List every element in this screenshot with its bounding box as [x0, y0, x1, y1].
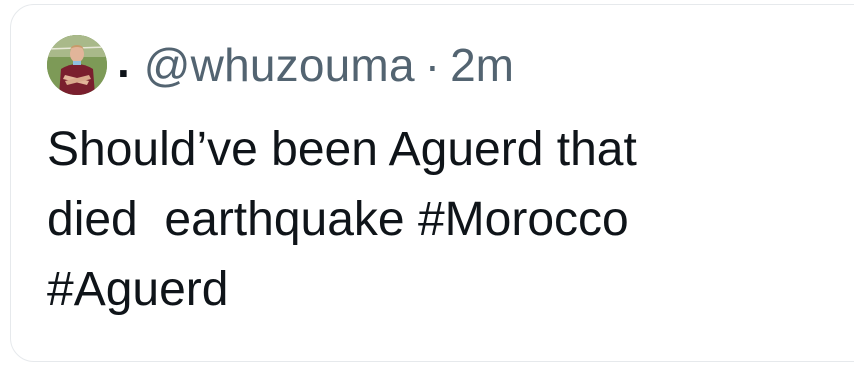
display-name[interactable]: . — [117, 38, 130, 84]
meta-separator: · — [424, 39, 441, 91]
tweet-text-line-1: Should’ve been Aguerd that — [47, 123, 637, 176]
tweet-card[interactable]: . @whuzouma · 2m Should’ve been Aguerd t… — [10, 4, 854, 362]
tweet-header: . @whuzouma · 2m — [47, 31, 514, 99]
hashtag-aguerd[interactable]: #Aguerd — [47, 263, 228, 316]
tweet-text-line-2: died earthquake — [47, 193, 418, 246]
hashtag-morocco[interactable]: #Morocco — [418, 193, 629, 246]
user-avatar-icon[interactable] — [47, 35, 107, 95]
tweet-timestamp[interactable]: 2m — [450, 42, 514, 88]
user-handle[interactable]: @whuzouma — [144, 42, 415, 88]
tweet-text: Should’ve been Aguerd that died earthqua… — [47, 115, 827, 325]
